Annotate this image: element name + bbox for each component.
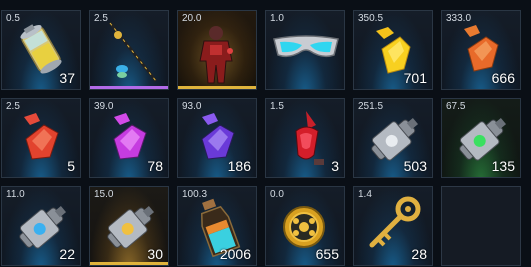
item-quantity: 2006 xyxy=(219,246,251,262)
item-weight: 2.5 xyxy=(94,13,108,24)
inventory-slot-yellow-crystal[interactable]: 350.5 701 xyxy=(353,10,433,90)
inventory-slot-coin[interactable]: 0.0 655 xyxy=(265,186,345,266)
item-quantity: 666 xyxy=(491,70,515,86)
item-quantity: 3 xyxy=(331,158,339,174)
item-weight: 350.5 xyxy=(358,13,384,24)
item-quantity: 28 xyxy=(411,246,427,262)
item-weight: 39.0 xyxy=(94,101,114,112)
rarity-bar xyxy=(90,86,168,89)
item-quantity: 701 xyxy=(403,70,427,86)
item-weight: 11.0 xyxy=(6,189,25,200)
inventory-slot-orange-crystal[interactable]: 333.0 666 xyxy=(441,10,521,90)
item-quantity: 186 xyxy=(227,158,251,174)
item-quantity: 503 xyxy=(403,158,427,174)
inventory-slot-battery[interactable]: 0.5 37 xyxy=(1,10,81,90)
item-weight: 100.3 xyxy=(182,189,208,200)
item-weight: 2.5 xyxy=(6,101,20,112)
inventory-slot-fishing-rod[interactable]: 2.5 xyxy=(89,10,169,90)
item-weight: 251.5 xyxy=(358,101,384,112)
item-quantity: 135 xyxy=(491,158,515,174)
item-quantity: 37 xyxy=(59,70,75,86)
inventory-slot-ship-module[interactable]: 251.5 503 xyxy=(353,98,433,178)
item-quantity: 5 xyxy=(67,158,75,174)
item-weight: 93.0 xyxy=(182,101,202,112)
item-weight: 333.0 xyxy=(446,13,472,24)
item-weight: 0.5 xyxy=(6,13,20,24)
inventory-grid: 0.5 37 2.5 20.0 1.0 350.5 701 333.0 666 … xyxy=(0,0,531,267)
inventory-slot-purple-crystal[interactable]: 93.0 186 xyxy=(177,98,257,178)
rarity-bar xyxy=(90,262,168,265)
inventory-slot-empty[interactable] xyxy=(441,186,521,266)
item-quantity: 22 xyxy=(59,246,75,262)
inventory-slot-key[interactable]: 1.4 28 xyxy=(353,186,433,266)
inventory-slot-ship-module-gold[interactable]: 15.0 30 xyxy=(89,186,169,266)
item-quantity: 30 xyxy=(147,246,163,262)
inventory-slot-visor[interactable]: 1.0 xyxy=(265,10,345,90)
item-weight: 1.5 xyxy=(270,101,284,112)
item-weight: 1.4 xyxy=(358,189,372,200)
item-weight: 20.0 xyxy=(182,13,202,24)
inventory-slot-potion[interactable]: 100.3 2006 xyxy=(177,186,257,266)
item-quantity: 655 xyxy=(315,246,339,262)
inventory-slot-ship-module-green[interactable]: 67.5 135 xyxy=(441,98,521,178)
inventory-slot-armor[interactable]: 20.0 xyxy=(177,10,257,90)
item-weight: 15.0 xyxy=(94,189,114,200)
inventory-slot-pink-crystal[interactable]: 39.0 78 xyxy=(89,98,169,178)
item-weight: 67.5 xyxy=(446,101,466,112)
inventory-slot-red-crystal[interactable]: 2.5 5 xyxy=(1,98,81,178)
inventory-slot-ship-module-blue[interactable]: 11.0 22 xyxy=(1,186,81,266)
inventory-slot-red-gem[interactable]: 1.5 3 xyxy=(265,98,345,178)
item-weight: 1.0 xyxy=(270,13,284,24)
rarity-bar xyxy=(178,86,256,89)
item-quantity: 78 xyxy=(147,158,163,174)
item-weight: 0.0 xyxy=(270,189,284,200)
